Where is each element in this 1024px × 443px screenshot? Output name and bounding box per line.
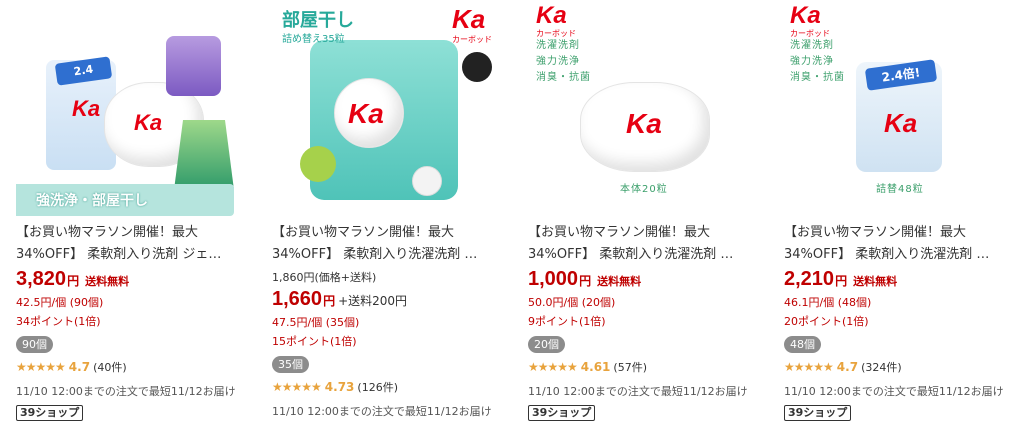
unit-price: 50.0円/個 (20個) — [528, 296, 616, 309]
product-title[interactable]: 【お買い物マラソン開催！最大 34%OFF】 柔軟剤入り洗濯洗剤 … — [784, 222, 1020, 266]
review-count[interactable]: (57件) — [613, 359, 647, 375]
star-rating-icon: ★★★★★ — [272, 380, 322, 394]
quantity-badge: 20個 — [528, 336, 565, 353]
delivery-text: 11/10 12:00までの注文で最短11/12お届け — [784, 385, 1004, 398]
price-yen: 円 — [323, 294, 336, 308]
review-count[interactable]: (126件) — [357, 379, 398, 395]
star-rating-icon: ★★★★★ — [16, 360, 66, 374]
quantity-badge: 48個 — [784, 336, 821, 353]
ka-logo: Ka — [348, 98, 384, 129]
shipping-label: +送料200円 — [338, 294, 408, 308]
rating-value: 4.61 — [580, 360, 611, 374]
unit-price: 47.5円/個 (35個) — [272, 316, 360, 329]
rating-row[interactable]: ★★★★★ 4.61 (57件) — [528, 359, 768, 375]
feature-text: 強力洗浄 — [536, 56, 580, 67]
fragrance-pack — [166, 36, 221, 96]
product-card[interactable]: Ka カーボッド 洗濯洗剤 強力洗浄 消臭・抗菌 2.4倍! Ka 詰替48粒 … — [784, 0, 1024, 443]
points-text: 20ポイント(1倍) — [784, 315, 869, 328]
ka-logo: Ka — [536, 2, 567, 29]
rating-value: 4.7 — [68, 360, 91, 374]
feature-text: 消臭・抗菌 — [536, 72, 591, 83]
review-count[interactable]: (324件) — [861, 359, 902, 375]
flower-image — [412, 166, 442, 196]
certification-seal — [462, 52, 492, 82]
points-text: 9ポイント(1倍) — [528, 315, 606, 328]
title-line-1: 【お買い物マラソン開催！最大 — [784, 225, 967, 240]
delivery-text: 11/10 12:00までの注文で最短11/12お届け — [16, 385, 236, 398]
ka-logo: Ka — [72, 96, 101, 121]
image-caption: 本体20粒 — [620, 184, 668, 195]
title-line-2: 34%OFF】 柔軟剤入り洗剤 ジェ… — [16, 247, 222, 262]
ka-logo: Ka — [626, 108, 662, 139]
price-row: 1,660 円 +送料200円 — [272, 288, 512, 314]
ka-logo: Ka — [134, 110, 163, 135]
product-image[interactable]: Ka カーボッド 洗濯洗剤 強力洗浄 消臭・抗菌 Ka 本体20粒 — [528, 0, 768, 222]
delivery-text: 11/10 12:00までの注文で最短11/12お届け — [272, 405, 492, 418]
price-row: 3,820 円 送料無料 — [16, 268, 256, 294]
rating-row[interactable]: ★★★★★ 4.7 (40件) — [16, 359, 256, 375]
product-image[interactable]: 2.4 Ka Ka 強洗浄・部屋干し — [16, 0, 256, 222]
shipping-label: 送料無料 — [853, 275, 898, 288]
banner-text: 強洗浄・部屋干し — [36, 193, 148, 209]
shipping-label: 送料無料 — [85, 275, 130, 288]
points-text: 15ポイント(1倍) — [272, 335, 357, 348]
points-text: 34ポイント(1倍) — [16, 315, 101, 328]
price-yen: 円 — [579, 274, 592, 288]
unit-price: 42.5円/個 (90個) — [16, 296, 104, 309]
image-caption: 詰替48粒 — [876, 184, 924, 195]
feature-text: 洗濯洗剤 — [536, 40, 580, 51]
brand-subtext: カーボッド — [452, 35, 492, 44]
image-headline: 部屋干し — [282, 10, 354, 31]
star-rating-icon: ★★★★★ — [784, 360, 834, 374]
quantity-badge: 90個 — [16, 336, 53, 353]
tote-bag — [174, 120, 234, 190]
feature-text: 消臭・抗菌 — [790, 72, 845, 83]
ka-logo: Ka — [884, 108, 918, 138]
product-title[interactable]: 【お買い物マラソン開催！最大 34%OFF】 柔軟剤入り洗剤 ジェ… — [16, 222, 252, 266]
rating-value: 4.73 — [324, 380, 355, 394]
product-title[interactable]: 【お買い物マラソン開催！最大 34%OFF】 柔軟剤入り洗濯洗剤 … — [272, 222, 508, 266]
product-card[interactable]: Ka カーボッド 洗濯洗剤 強力洗浄 消臭・抗菌 Ka 本体20粒 【お買い物マ… — [528, 0, 768, 443]
price-value: 3,820 — [16, 268, 67, 290]
feature-text: 強力洗浄 — [790, 56, 834, 67]
image-banner: 強洗浄・部屋干し — [16, 184, 234, 216]
price-value: 2,210 — [784, 268, 835, 290]
unit-price: 46.1円/個 (48個) — [784, 296, 872, 309]
price-value: 1,660 — [272, 288, 323, 310]
rating-row[interactable]: ★★★★★ 4.73 (126件) — [272, 379, 512, 395]
price-value: 1,000 — [528, 268, 579, 290]
product-image[interactable]: Ka カーボッド 洗濯洗剤 強力洗浄 消臭・抗菌 2.4倍! Ka 詰替48粒 — [784, 0, 1024, 222]
image-subtitle: 詰め替え35粒 — [282, 34, 345, 45]
price-yen: 円 — [67, 274, 80, 288]
product-title[interactable]: 【お買い物マラソン開催！最大 34%OFF】 柔軟剤入り洗濯洗剤 … — [528, 222, 764, 266]
price-row: 1,000 円 送料無料 — [528, 268, 768, 294]
shipping-label: 送料無料 — [597, 275, 642, 288]
feature-text: 洗濯洗剤 — [790, 40, 834, 51]
shop-badge[interactable]: 39ショップ — [16, 405, 84, 421]
title-line-2: 34%OFF】 柔軟剤入り洗濯洗剤 … — [784, 247, 990, 262]
rating-row[interactable]: ★★★★★ 4.7 (324件) — [784, 359, 1024, 375]
quantity-badge: 35個 — [272, 356, 309, 373]
star-rating-icon: ★★★★★ — [528, 360, 578, 374]
title-line-2: 34%OFF】 柔軟剤入り洗濯洗剤 … — [528, 247, 734, 262]
review-count[interactable]: (40件) — [93, 359, 127, 375]
lime-image — [300, 146, 336, 182]
product-grid: 2.4 Ka Ka 強洗浄・部屋干し 【お買い物マラソン開催！最大 34%OFF… — [0, 0, 1024, 443]
shop-badge[interactable]: 39ショップ — [784, 405, 852, 421]
price-row: 2,210 円 送料無料 — [784, 268, 1024, 294]
title-line-2: 34%OFF】 柔軟剤入り洗濯洗剤 … — [272, 247, 478, 262]
product-image[interactable]: 部屋干し 詰め替え35粒 Ka カーボッド Ka — [272, 0, 512, 222]
title-line-1: 【お買い物マラソン開催！最大 — [272, 225, 455, 240]
shop-badge[interactable]: 39ショップ — [528, 405, 596, 421]
price-yen: 円 — [835, 274, 848, 288]
product-card[interactable]: 2.4 Ka Ka 強洗浄・部屋干し 【お買い物マラソン開催！最大 34%OFF… — [16, 0, 256, 443]
reference-price: 1,860円(価格+送料) — [272, 271, 377, 284]
delivery-text: 11/10 12:00までの注文で最短11/12お届け — [528, 385, 748, 398]
ka-logo: Ka — [452, 4, 486, 34]
title-line-1: 【お買い物マラソン開催！最大 — [528, 225, 711, 240]
product-card[interactable]: 部屋干し 詰め替え35粒 Ka カーボッド Ka 【お買い物マラソン開催！最大 … — [272, 0, 512, 443]
title-line-1: 【お買い物マラソン開催！最大 — [16, 225, 199, 240]
rating-value: 4.7 — [836, 360, 859, 374]
ka-logo: Ka — [790, 2, 821, 29]
